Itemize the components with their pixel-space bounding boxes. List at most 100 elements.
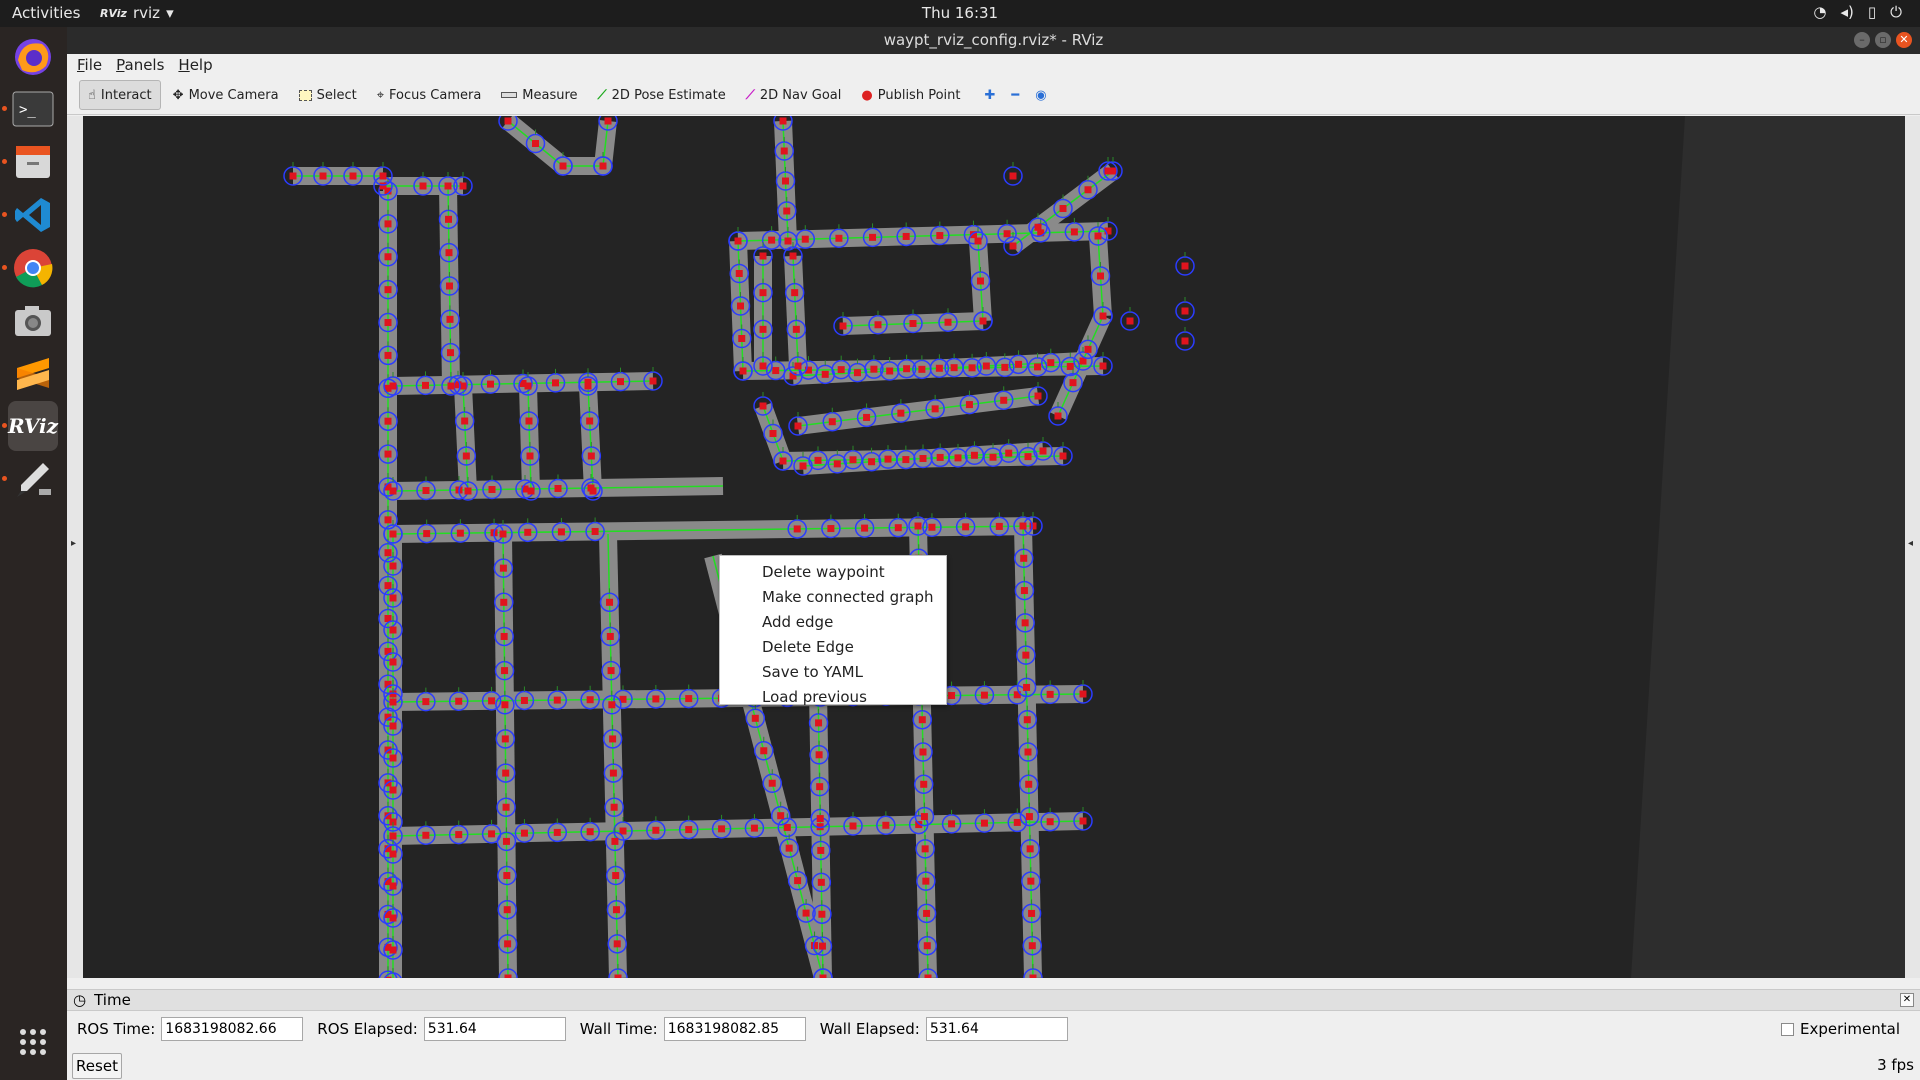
minimize-icon[interactable]: – <box>1854 32 1870 48</box>
tool-label: 2D Nav Goal <box>759 87 842 103</box>
paint-icon <box>17 463 51 497</box>
arrow-left-icon: ◂ <box>1908 538 1914 549</box>
context-menu: Delete waypoint Make connected graph Add… <box>719 555 947 706</box>
tool-2d-pose-estimate[interactable]: ⟋ 2D Pose Estimate <box>590 80 734 110</box>
dock: >_ RViz <box>0 27 67 1080</box>
app-menu-label: rviz <box>132 4 161 22</box>
tool-label: Select <box>316 87 357 103</box>
waypoint-marker[interactable] <box>1175 327 1195 351</box>
vscode-launcher[interactable] <box>2 190 58 240</box>
wifi-icon: ◔ <box>1813 3 1827 21</box>
tool-publish-point[interactable]: ● Publish Point <box>853 80 968 110</box>
screenshot-icon <box>15 306 51 336</box>
add-tool-button[interactable]: ✚ <box>978 80 1001 110</box>
menu-load-previous[interactable]: Load previous <box>720 685 946 710</box>
files-icon <box>16 146 50 178</box>
remove-tool-button[interactable]: ━ <box>1005 80 1025 110</box>
wall-elapsed-field[interactable]: 531.64 <box>925 1017 1068 1041</box>
waypoint-marker[interactable] <box>1003 162 1023 186</box>
volume-icon: ◂) <box>1840 3 1854 21</box>
left-panel-collapse[interactable]: ▸ <box>67 116 83 978</box>
top-bar: Activities RViz rviz ▾ Thu 16:31 ◔ ◂) ▯ … <box>0 0 1920 27</box>
svg-text:>_: >_ <box>19 102 36 118</box>
window-titlebar[interactable]: waypt_rviz_config.rviz* - RViz – ▫ ✕ <box>67 27 1920 54</box>
activities-button[interactable]: Activities <box>12 4 80 22</box>
3d-viewport[interactable] <box>83 116 1905 978</box>
chrome-launcher[interactable] <box>2 243 58 293</box>
eye-icon: ◉ <box>1035 87 1047 103</box>
wall-elapsed-label: Wall Elapsed: <box>819 1020 920 1038</box>
right-panel-collapse[interactable]: ◂ <box>1905 116 1920 978</box>
view-tool-button[interactable]: ◉ <box>1029 80 1052 110</box>
wall-time-field[interactable]: 1683198082.85 <box>663 1017 806 1041</box>
tool-2d-nav-goal[interactable]: ⟋ 2D Nav Goal <box>738 80 850 110</box>
tool-select[interactable]: Select <box>291 80 365 110</box>
clock-icon: ◷ <box>73 991 87 1009</box>
menu-help[interactable]: Help <box>178 54 212 76</box>
waypoint-map[interactable] <box>83 116 1905 978</box>
close-panel-icon[interactable]: ✕ <box>1900 993 1914 1007</box>
ros-elapsed-field[interactable]: 531.64 <box>423 1017 566 1041</box>
hand-icon: ☝ <box>88 87 96 103</box>
waypoint-marker[interactable] <box>1175 252 1195 276</box>
ros-time-label: ROS Time: <box>77 1020 156 1038</box>
minus-icon: ━ <box>1011 87 1020 103</box>
waypoint-marker[interactable] <box>1175 297 1195 321</box>
tool-move-camera[interactable]: ✥ Move Camera <box>165 80 287 110</box>
experimental-label: Experimental <box>1799 1020 1900 1038</box>
menu-save-to-yaml[interactable]: Save to YAML <box>720 660 946 685</box>
menu-delete-waypoint[interactable]: Delete waypoint <box>720 560 946 585</box>
sublime-icon <box>17 358 49 390</box>
pin-icon: ● <box>861 87 873 103</box>
menu-panels[interactable]: Panels <box>116 54 164 76</box>
app-menu[interactable]: RViz rviz ▾ <box>100 4 174 22</box>
ros-time-field[interactable]: 1683198082.66 <box>161 1017 304 1041</box>
clock[interactable]: Thu 16:31 <box>922 4 998 22</box>
tool-label: Interact <box>100 87 152 103</box>
system-tray[interactable]: ◔ ◂) ▯ ⏻ <box>1813 3 1902 21</box>
rviz-launcher[interactable]: RViz <box>2 401 58 451</box>
ruler-icon <box>501 92 518 98</box>
tool-focus-camera[interactable]: ⌖ Focus Camera <box>369 80 490 110</box>
tool-label: Focus Camera <box>389 87 482 103</box>
rviz-window: waypt_rviz_config.rviz* - RViz – ▫ ✕ Fil… <box>67 27 1920 1080</box>
terminal-icon: >_ <box>12 91 54 127</box>
sublime-launcher[interactable] <box>8 349 58 399</box>
firefox-launcher[interactable] <box>8 32 58 82</box>
chevron-down-icon: ▾ <box>166 4 174 22</box>
files-launcher[interactable] <box>2 137 58 187</box>
tool-label: Publish Point <box>877 87 961 103</box>
screenshot-launcher[interactable] <box>8 296 58 346</box>
time-panel-title: Time <box>94 991 131 1009</box>
reset-button[interactable]: Reset <box>72 1053 122 1079</box>
window-title: waypt_rviz_config.rviz* - RViz <box>883 31 1104 49</box>
menu-add-edge[interactable]: Add edge <box>720 610 946 635</box>
waypoint-marker[interactable] <box>1120 307 1140 331</box>
menu-bar: File Panels Help <box>67 54 1920 76</box>
time-fields: ROS Time: 1683198082.66 ROS Elapsed: 531… <box>67 1011 1920 1047</box>
maximize-icon[interactable]: ▫ <box>1875 32 1891 48</box>
menu-delete-edge[interactable]: Delete Edge <box>720 635 946 660</box>
power-icon: ⏻ <box>1890 3 1902 21</box>
toolbar: ☝ Interact ✥ Move Camera Select ⌖ Focus … <box>67 76 1920 115</box>
focus-icon: ⌖ <box>376 87 385 103</box>
tool-measure[interactable]: Measure <box>493 80 585 110</box>
menu-make-connected-graph[interactable]: Make connected graph <box>720 585 946 610</box>
paint-launcher[interactable] <box>2 454 58 504</box>
tool-interact[interactable]: ☝ Interact <box>79 80 161 110</box>
menu-file[interactable]: File <box>77 54 102 76</box>
ros-elapsed-label: ROS Elapsed: <box>317 1020 418 1038</box>
grid-icon <box>20 1029 46 1055</box>
fps-readout: 3 fps <box>1877 1056 1914 1074</box>
show-apps-button[interactable] <box>8 1017 58 1067</box>
close-icon[interactable]: ✕ <box>1896 32 1912 48</box>
tool-label: 2D Pose Estimate <box>611 87 726 103</box>
firefox-icon <box>15 39 51 75</box>
experimental-checkbox[interactable] <box>1780 1022 1794 1036</box>
battery-icon: ▯ <box>1867 3 1877 21</box>
tool-label: Measure <box>522 87 578 103</box>
time-panel: ◷ Time ✕ ROS Time: 1683198082.66 ROS Ela… <box>67 989 1920 1080</box>
nav-goal-icon: ⟋ <box>745 87 755 103</box>
terminal-launcher[interactable]: >_ <box>2 84 58 134</box>
move-icon: ✥ <box>172 87 184 103</box>
